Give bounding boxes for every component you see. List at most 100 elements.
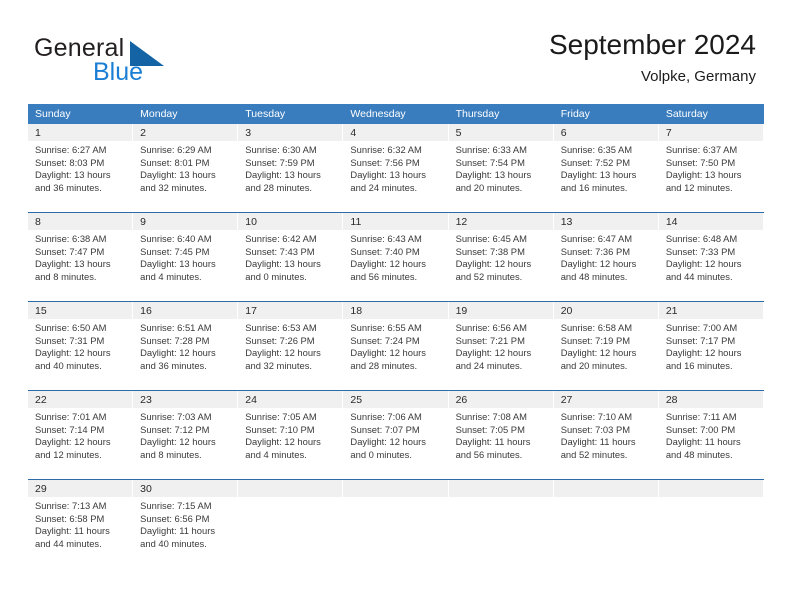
day-cell[interactable]: 27 Sunrise: 7:10 AM Sunset: 7:03 PM Dayligh… bbox=[553, 391, 659, 471]
day-details: Sunrise: 6:38 AM Sunset: 7:47 PM Daylight:… bbox=[28, 230, 132, 289]
day-daylight-line: and 8 minutes. bbox=[35, 270, 97, 282]
day-sunrise-line: Sunrise: 6:53 AM bbox=[245, 322, 317, 333]
day-number: 29 bbox=[28, 480, 133, 497]
day-number: 5 bbox=[448, 124, 553, 141]
calendar-grid: Sunday Monday Tuesday Wednesday Thursday Frid… bbox=[28, 104, 764, 560]
day-number: 11 bbox=[343, 213, 448, 230]
day-sunset-line: Sunset: 7:10 PM bbox=[245, 423, 315, 435]
day-number: 13 bbox=[553, 213, 658, 230]
day-sunrise-line: Sunrise: 7:10 AM bbox=[560, 411, 633, 422]
day-cell[interactable]: 19 Sunrise: 6:56 AM Sunset: 7:21 PM Dayligh… bbox=[448, 302, 554, 382]
weekday-header-tuesday: Tuesday bbox=[245, 108, 286, 120]
day-sunset-line: Sunset: 6:58 PM bbox=[35, 512, 105, 524]
day-details: Sunrise: 6:55 AM Sunset: 7:24 PM Daylight:… bbox=[343, 319, 447, 378]
calendar-weeks: 1 Sunrise: 6:27 AM Sunset: 8:03 PM Daylight… bbox=[28, 124, 764, 560]
day-sunset-line: Sunset: 6:56 PM bbox=[140, 512, 210, 524]
calendar-page: General Blue September 2024 Volpke, Germ… bbox=[0, 0, 792, 612]
week-row: 8 Sunrise: 6:38 AM Sunset: 7:47 PM Daylight… bbox=[28, 212, 764, 293]
day-details: Sunrise: 7:15 AM Sunset: 6:56 PM Daylight:… bbox=[133, 497, 237, 556]
day-daylight-line: Daylight: 12 hours bbox=[140, 347, 216, 359]
day-daylight-line: and 0 minutes. bbox=[245, 270, 307, 282]
week-row: 1 Sunrise: 6:27 AM Sunset: 8:03 PM Daylight… bbox=[28, 124, 764, 204]
day-cell[interactable]: 28 Sunrise: 7:11 AM Sunset: 7:00 PM Dayligh… bbox=[658, 391, 764, 471]
day-number: 23 bbox=[133, 391, 238, 408]
day-cell[interactable]: 12 Sunrise: 6:45 AM Sunset: 7:38 PM Dayligh… bbox=[448, 213, 554, 293]
day-cell[interactable]: 18 Sunrise: 6:55 AM Sunset: 7:24 PM Dayligh… bbox=[343, 302, 449, 382]
day-sunset-line: Sunset: 7:54 PM bbox=[455, 156, 525, 168]
day-daylight-line: and 32 minutes. bbox=[245, 359, 312, 371]
day-cell[interactable]: 11 Sunrise: 6:43 AM Sunset: 7:40 PM Dayligh… bbox=[343, 213, 449, 293]
day-cell[interactable]: 10 Sunrise: 6:42 AM Sunset: 7:43 PM Dayligh… bbox=[238, 213, 344, 293]
day-daylight-line: and 16 minutes. bbox=[665, 359, 733, 371]
day-cell[interactable]: 26 Sunrise: 7:08 AM Sunset: 7:05 PM Dayligh… bbox=[448, 391, 554, 471]
day-sunrise-line: Sunrise: 6:33 AM bbox=[455, 144, 527, 155]
day-daylight-line: and 56 minutes. bbox=[350, 270, 418, 282]
day-cell[interactable]: 17 Sunrise: 6:53 AM Sunset: 7:26 PM Dayligh… bbox=[238, 302, 344, 382]
day-daylight-line: Daylight: 13 hours bbox=[35, 169, 111, 181]
day-cell[interactable]: 24 Sunrise: 7:05 AM Sunset: 7:10 PM Dayligh… bbox=[238, 391, 344, 471]
day-sunset-line: Sunset: 7:26 PM bbox=[245, 334, 315, 346]
day-details: Sunrise: 7:03 AM Sunset: 7:12 PM Daylight:… bbox=[133, 408, 237, 467]
day-daylight-line: Daylight: 11 hours bbox=[35, 525, 110, 537]
day-cell[interactable]: 13 Sunrise: 6:47 AM Sunset: 7:36 PM Dayligh… bbox=[553, 213, 659, 293]
week-spacer bbox=[28, 204, 764, 212]
day-number: 9 bbox=[133, 213, 238, 230]
day-sunrise-line: Sunrise: 6:47 AM bbox=[560, 233, 633, 244]
day-number: 15 bbox=[28, 302, 133, 319]
day-daylight-line: and 36 minutes. bbox=[35, 181, 102, 193]
day-sunset-line: Sunset: 7:47 PM bbox=[35, 245, 105, 257]
day-sunrise-line: Sunrise: 6:42 AM bbox=[245, 233, 317, 244]
day-cell[interactable]: 14 Sunrise: 6:48 AM Sunset: 7:33 PM Dayligh… bbox=[658, 213, 764, 293]
day-cell[interactable]: 4 Sunrise: 6:32 AM Sunset: 7:56 PM Daylight… bbox=[343, 124, 449, 204]
day-daylight-line: and 4 minutes. bbox=[140, 270, 202, 282]
day-sunrise-line: Sunrise: 6:30 AM bbox=[245, 144, 317, 155]
day-cell[interactable]: 21 Sunrise: 7:00 AM Sunset: 7:17 PM Dayligh… bbox=[658, 302, 764, 382]
day-daylight-line: and 56 minutes. bbox=[455, 448, 523, 460]
day-cell[interactable]: 6 Sunrise: 6:35 AM Sunset: 7:52 PM Daylight… bbox=[553, 124, 659, 204]
day-number: 8 bbox=[28, 213, 133, 230]
day-sunrise-line: Sunrise: 7:00 AM bbox=[665, 322, 738, 333]
day-sunset-line: Sunset: 7:40 PM bbox=[350, 245, 420, 257]
day-daylight-line: Daylight: 12 hours bbox=[350, 258, 426, 270]
brand-name-blue: Blue bbox=[93, 58, 144, 86]
day-cell[interactable]: 20 Sunrise: 6:58 AM Sunset: 7:19 PM Dayligh… bbox=[553, 302, 659, 382]
day-daylight-line: and 40 minutes. bbox=[140, 537, 207, 549]
day-daylight-line: and 28 minutes. bbox=[350, 359, 418, 371]
day-cell[interactable]: 8 Sunrise: 6:38 AM Sunset: 7:47 PM Daylight… bbox=[28, 213, 134, 293]
day-sunrise-line: Sunrise: 7:05 AM bbox=[245, 411, 317, 422]
day-cell[interactable]: 16 Sunrise: 6:51 AM Sunset: 7:28 PM Dayligh… bbox=[133, 302, 239, 382]
day-sunset-line: Sunset: 7:19 PM bbox=[560, 334, 631, 346]
day-sunrise-line: Sunrise: 7:15 AM bbox=[140, 500, 212, 511]
day-daylight-line: Daylight: 12 hours bbox=[350, 436, 426, 448]
day-sunset-line: Sunset: 7:52 PM bbox=[560, 156, 631, 168]
brand-logo[interactable]: General Blue bbox=[34, 34, 264, 92]
day-cell[interactable]: 9 Sunrise: 6:40 AM Sunset: 7:45 PM Daylight… bbox=[133, 213, 239, 293]
day-cell[interactable]: 5 Sunrise: 6:33 AM Sunset: 7:54 PM Daylight… bbox=[448, 124, 554, 204]
day-details: Sunrise: 6:42 AM Sunset: 7:43 PM Daylight:… bbox=[238, 230, 342, 289]
page-title: September 2024 bbox=[548, 29, 756, 60]
day-cell[interactable]: 2 Sunrise: 6:29 AM Sunset: 8:01 PM Daylight… bbox=[133, 124, 239, 204]
day-sunrise-line: Sunrise: 7:06 AM bbox=[350, 411, 422, 422]
day-number: 22 bbox=[28, 391, 133, 408]
day-cell[interactable]: 22 Sunrise: 7:01 AM Sunset: 7:14 PM Dayligh… bbox=[28, 391, 134, 471]
day-daylight-line: and 28 minutes. bbox=[245, 181, 312, 193]
weekday-header-saturday: Saturday bbox=[665, 108, 708, 120]
day-cell[interactable]: 3 Sunrise: 6:30 AM Sunset: 7:59 PM Daylight… bbox=[238, 124, 344, 204]
day-daylight-line: and 24 minutes. bbox=[350, 181, 418, 193]
weekday-header-monday: Monday bbox=[140, 108, 178, 120]
day-cell[interactable]: 1 Sunrise: 6:27 AM Sunset: 8:03 PM Daylight… bbox=[28, 124, 134, 204]
day-cell[interactable]: 30 Sunrise: 7:15 AM Sunset: 6:56 PM Dayligh… bbox=[133, 480, 239, 560]
day-cell[interactable]: 15 Sunrise: 6:50 AM Sunset: 7:31 PM Dayligh… bbox=[28, 302, 134, 382]
day-cell[interactable]: 29 Sunrise: 7:13 AM Sunset: 6:58 PM Dayligh… bbox=[28, 480, 134, 560]
day-cell[interactable]: 23 Sunrise: 7:03 AM Sunset: 7:12 PM Dayligh… bbox=[133, 391, 239, 471]
day-details: Sunrise: 6:27 AM Sunset: 8:03 PM Daylight:… bbox=[28, 141, 132, 200]
day-cell[interactable]: 7 Sunrise: 6:37 AM Sunset: 7:50 PM Daylight… bbox=[658, 124, 764, 204]
day-details: Sunrise: 6:43 AM Sunset: 7:40 PM Daylight:… bbox=[343, 230, 447, 289]
day-daylight-line: Daylight: 11 hours bbox=[455, 436, 531, 448]
day-number bbox=[448, 480, 553, 497]
day-cell[interactable]: 25 Sunrise: 7:06 AM Sunset: 7:07 PM Dayligh… bbox=[343, 391, 449, 471]
page-subtitle: Volpke, Germany bbox=[640, 68, 756, 85]
day-daylight-line: and 8 minutes. bbox=[140, 448, 202, 460]
day-number: 17 bbox=[238, 302, 343, 319]
day-details: Sunrise: 6:53 AM Sunset: 7:26 PM Daylight:… bbox=[238, 319, 342, 378]
